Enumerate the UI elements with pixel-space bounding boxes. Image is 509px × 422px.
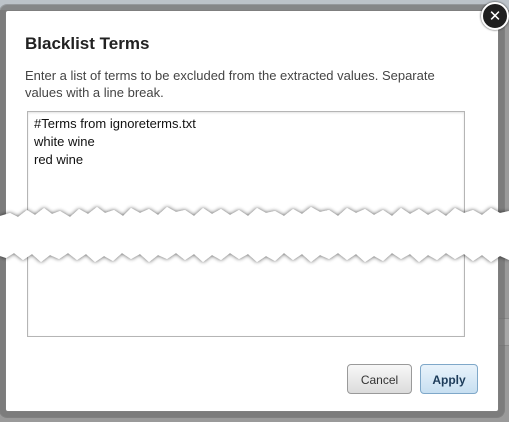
term-line: #Terms from ignoreterms.txt: [34, 116, 196, 131]
torn-edge-divider: [0, 207, 509, 262]
term-line: red wine: [34, 152, 84, 167]
cancel-button[interactable]: Cancel: [347, 364, 412, 394]
background-app-field: [498, 318, 509, 346]
background-app-header: [0, 0, 509, 10]
close-icon[interactable]: ✕: [481, 2, 509, 30]
terms-content: #Terms from ignoreterms.txt white wine r…: [28, 112, 464, 169]
dialog-title: Blacklist Terms: [25, 34, 150, 53]
apply-button[interactable]: Apply: [420, 364, 478, 394]
dialog-description: Enter a list of terms to be excluded fro…: [25, 68, 435, 100]
term-line: white wine: [34, 134, 95, 149]
